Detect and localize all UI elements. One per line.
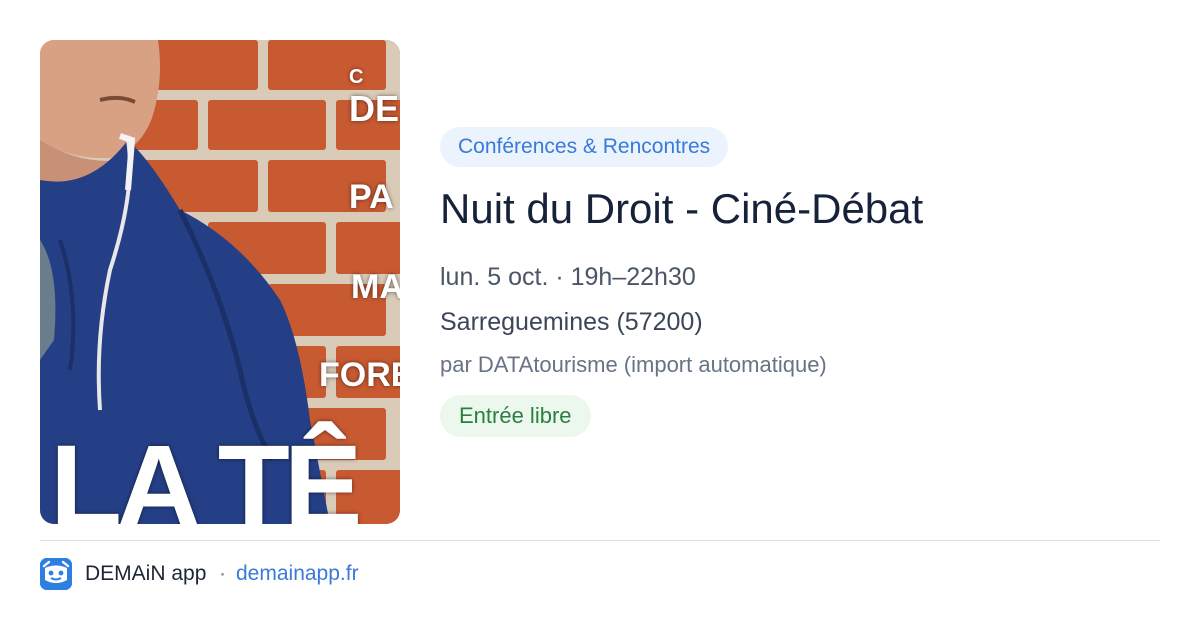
- event-organizer: par DATAtourisme (import automatique): [440, 352, 827, 377]
- event-datetime: lun. 5 oct. · 19h–22h30: [440, 263, 696, 291]
- category-badge[interactable]: Conférences & Rencontres: [440, 127, 729, 167]
- poster-artwork: [40, 40, 400, 524]
- event-poster-image[interactable]: [40, 40, 400, 524]
- footer-separator: ·: [219, 562, 226, 585]
- footer-divider: [40, 540, 1160, 541]
- app-name: DEMAiN app: [85, 562, 207, 585]
- demain-logo-icon[interactable]: [40, 558, 72, 590]
- event-title: Nuit du Droit - Ciné-Débat: [440, 185, 924, 232]
- event-location: Sarreguemines (57200): [440, 308, 703, 336]
- app-website-link[interactable]: demainapp.fr: [236, 562, 359, 586]
- price-badge: Entrée libre: [440, 395, 591, 437]
